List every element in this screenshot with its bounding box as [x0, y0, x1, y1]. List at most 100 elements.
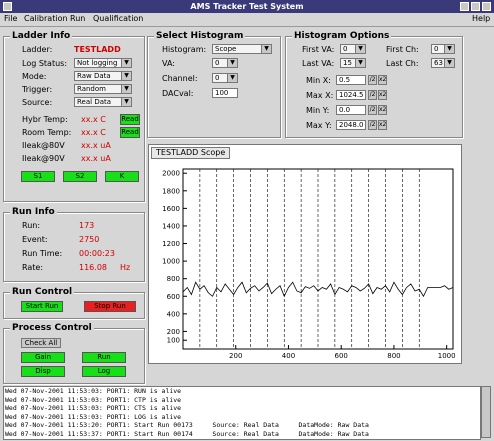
menu-file[interactable]: File — [4, 14, 17, 23]
y-tick-label: 600 — [167, 293, 180, 301]
chevron-down-icon: ▼ — [355, 59, 365, 67]
last-va-label: Last VA: — [302, 59, 335, 68]
log-status-select[interactable]: Not logging ▼ — [74, 58, 132, 68]
menu-qualification[interactable]: Qualification — [93, 14, 143, 23]
run-process-button[interactable]: Run — [82, 352, 126, 363]
ladder-info-legend: Ladder Info — [10, 31, 73, 41]
channel-select[interactable]: 0 ▼ — [212, 73, 238, 83]
minimize-button[interactable] — [460, 2, 469, 11]
source-select[interactable]: Real Data ▼ — [74, 97, 132, 107]
last-ch-select[interactable]: 63 ▼ — [431, 58, 455, 68]
run-time-value: 00:00:23 — [79, 249, 115, 258]
log-line: Wed 07-Nov-2001 11:53:20: PORT1: Start R… — [5, 421, 369, 429]
va-value: 0 — [215, 59, 220, 67]
channel-label: Channel: — [162, 74, 198, 83]
chevron-down-icon: ▼ — [121, 98, 131, 106]
va-label: VA: — [162, 59, 175, 68]
y-tick-label: 400 — [167, 310, 180, 318]
log-button[interactable]: Log — [82, 366, 126, 377]
min-y-double-button[interactable]: x2 — [378, 105, 387, 115]
ladder-info-panel: Ladder Info Ladder: TESTLADD Log Status:… — [3, 31, 145, 202]
dacval-label: DACval: — [162, 89, 194, 98]
max-x-half-button[interactable]: /2 — [368, 90, 377, 100]
max-y-input[interactable]: 2048.0 — [336, 120, 366, 130]
scope-tab[interactable]: TESTLADD Scope — [151, 147, 231, 159]
ladder-value: TESTLADD — [74, 45, 121, 54]
log-line: Wed 07-Nov-2001 11:53:03: PORT1: CTP is … — [5, 395, 182, 404]
histogram-value: Scope — [215, 45, 237, 53]
ileak90-label: Ileak@90V — [22, 154, 65, 163]
run-control-legend: Run Control — [10, 287, 75, 297]
min-x-input[interactable]: 0.5 — [336, 75, 366, 85]
start-run-button[interactable]: Start Run — [21, 301, 63, 312]
y-tick-label: 1800 — [162, 187, 180, 195]
y-tick-label: 1400 — [162, 222, 180, 230]
log-scrollbar[interactable] — [481, 386, 491, 438]
histogram-options-panel: Histogram Options First VA: 0 ▼ First Ch:… — [285, 31, 463, 138]
maximize-button[interactable] — [471, 2, 480, 11]
rate-unit: Hz — [120, 263, 131, 272]
ileak80-value: xx.x uA — [81, 141, 111, 150]
stop-run-button[interactable]: Stop Run — [84, 301, 136, 312]
max-y-half-button[interactable]: /2 — [368, 120, 377, 130]
room-temp-label: Room Temp: — [22, 128, 72, 137]
max-x-double-button[interactable]: x2 — [378, 90, 387, 100]
menu-run[interactable]: Run — [70, 14, 85, 23]
first-ch-select[interactable]: 0 ▼ — [431, 44, 455, 54]
chevron-down-icon: ▼ — [444, 59, 454, 67]
mode-value: Raw Data — [77, 72, 111, 80]
run-info-legend: Run Info — [10, 207, 57, 217]
room-temp-read-button[interactable]: Read — [120, 127, 140, 138]
histogram-select[interactable]: Scope ▼ — [212, 44, 272, 54]
hybr-temp-label: Hybr Temp: — [22, 115, 68, 124]
max-y-double-button[interactable]: x2 — [378, 120, 387, 130]
ileak90-value: xx.x uA — [81, 154, 111, 163]
dacval-input[interactable]: 100 — [212, 88, 238, 98]
last-va-select[interactable]: 15 ▼ — [340, 58, 366, 68]
run-info-panel: Run Info Run: 173 Event: 2750 Run Time: … — [3, 207, 145, 282]
trigger-label: Trigger: — [22, 85, 53, 94]
scope-chart-panel: TESTLADD Scope 100 200 400 600 800 1000 1200 14… — [148, 144, 462, 364]
min-x-label: Min X: — [306, 76, 331, 85]
gain-button[interactable]: Gain — [21, 352, 65, 363]
close-button[interactable] — [482, 2, 491, 11]
min-y-input[interactable]: 0.0 — [336, 105, 366, 115]
rate-value: 116.08 — [79, 263, 107, 272]
max-x-input[interactable]: 1024.5 — [336, 90, 366, 100]
x-tick-label: 800 — [387, 352, 400, 360]
mode-select[interactable]: Raw Data ▼ — [74, 71, 132, 81]
window-title-bar: AMS Tracker Test System — [0, 0, 494, 13]
y-tick-label: 1600 — [162, 205, 180, 213]
scope-plot: 1002004006008001000120014001600180020002… — [162, 168, 456, 360]
log-line: Wed 07-Nov-2001 11:53:37: PORT1: Start R… — [5, 429, 369, 438]
first-va-select[interactable]: 0 ▼ — [340, 44, 366, 54]
s2-button[interactable]: S2 — [63, 171, 97, 182]
hybr-temp-read-button[interactable]: Read — [120, 114, 140, 125]
disp-button[interactable]: Disp — [21, 366, 65, 377]
max-y-label: Max Y: — [306, 121, 332, 130]
log-line: Wed 07-Nov-2001 11:53:03: PORT1: RUN is … — [5, 387, 182, 395]
window-menu-button[interactable] — [3, 2, 12, 11]
min-y-half-button[interactable]: /2 — [368, 105, 377, 115]
va-select[interactable]: 0 ▼ — [212, 58, 238, 68]
event-label: Event: — [22, 235, 48, 244]
trigger-select[interactable]: Random ▼ — [74, 84, 132, 94]
event-value: 2750 — [79, 235, 100, 244]
log-status-label: Log Status: — [22, 59, 68, 68]
x-tick-label: 200 — [229, 352, 242, 360]
chevron-down-icon: ▼ — [261, 45, 271, 53]
check-all-button[interactable]: Check All — [21, 338, 61, 348]
chevron-down-icon: ▼ — [355, 45, 365, 53]
histogram-options-legend: Histogram Options — [292, 31, 392, 41]
select-histogram-legend: Select Histogram — [154, 31, 246, 41]
s1-button[interactable]: S1 — [21, 171, 55, 182]
menu-help[interactable]: Help — [472, 14, 490, 23]
min-x-double-button[interactable]: x2 — [378, 75, 387, 85]
log-line: Wed 07-Nov-2001 11:53:03: PORT1: CTS is … — [5, 404, 182, 412]
min-x-half-button[interactable]: /2 — [368, 75, 377, 85]
menu-calibration[interactable]: Calibration — [24, 14, 68, 23]
log-output: Wed 07-Nov-2001 11:53:03: PORT1: RUN is … — [3, 386, 481, 440]
max-x-label: Max X: — [306, 91, 334, 100]
process-control-panel: Process Control Check All Gain Run Disp … — [3, 323, 145, 384]
k-button[interactable]: K — [105, 171, 139, 182]
